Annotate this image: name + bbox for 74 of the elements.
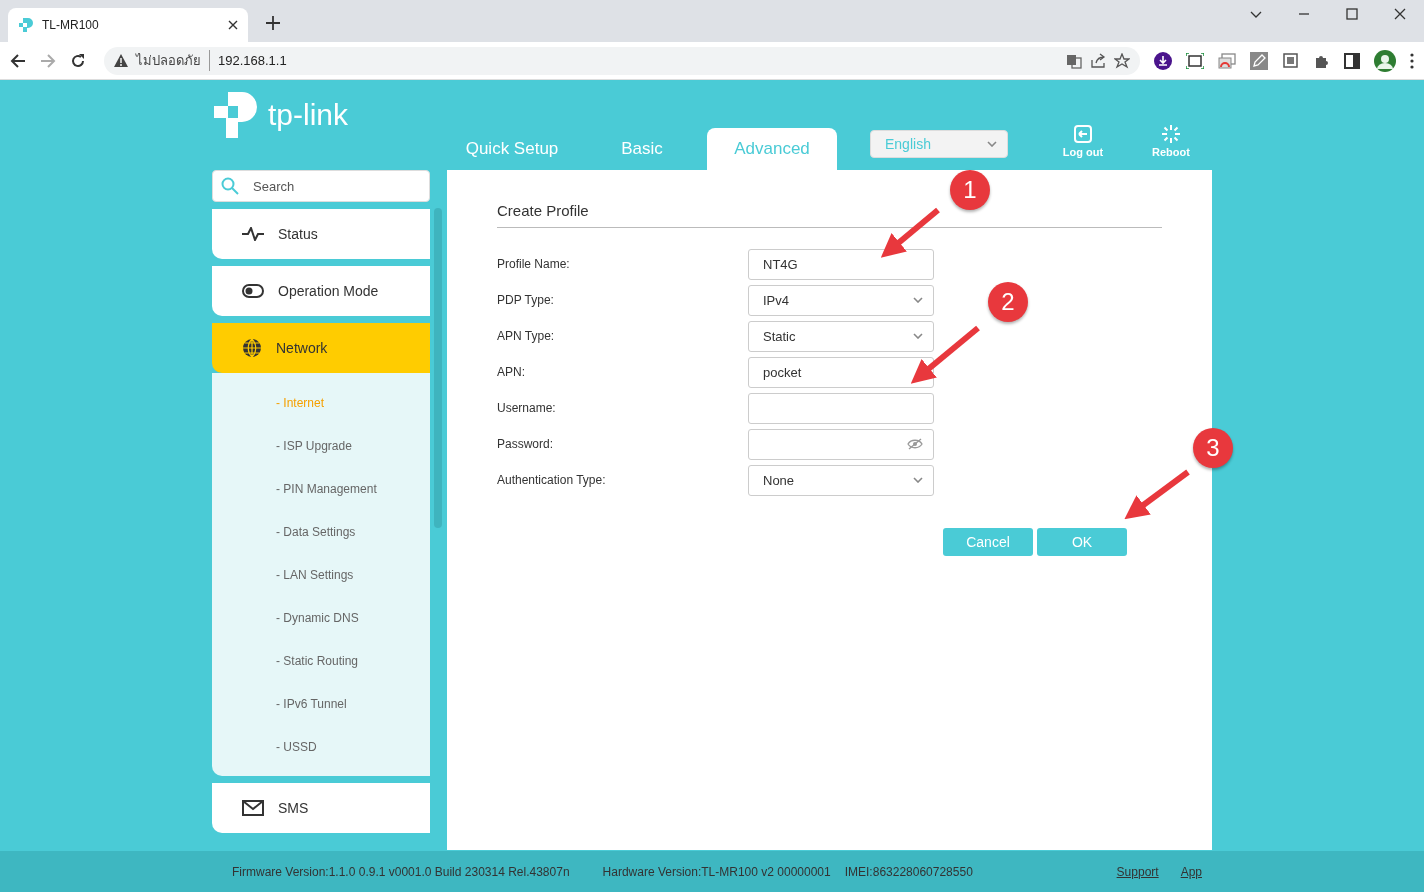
annotation-arrow: [910, 325, 980, 384]
eye-slash-icon[interactable]: [907, 438, 923, 450]
chevron-down-icon: [913, 297, 923, 303]
annotation-arrow: [880, 207, 940, 258]
dropdown[interactable]: None: [748, 464, 934, 496]
envelope-icon: [242, 800, 264, 816]
firmware-version: Firmware Version:1.1.0 0.9.1 v0001.0 Build 230314 Rel.43807n: [232, 864, 570, 879]
toggle-icon: [242, 284, 264, 298]
text-field[interactable]: [748, 392, 934, 424]
logo-text: tp-link: [268, 98, 349, 132]
text-field[interactable]: NT4G: [748, 248, 934, 280]
submenu-item[interactable]: - Dynamic DNS: [212, 596, 430, 639]
tp-link-logo-icon: [18, 17, 34, 33]
submenu-item[interactable]: - PIN Management: [212, 467, 430, 510]
scrollbar[interactable]: [434, 208, 442, 528]
chevron-down-icon: [987, 141, 997, 147]
submenu-item[interactable]: - USSD: [212, 725, 430, 768]
globe-icon: [242, 338, 262, 358]
annotation-arrow: [1124, 469, 1190, 520]
pulse-icon: [242, 227, 264, 241]
field-label: APN Type:: [497, 329, 556, 343]
field-label: Username:: [497, 401, 557, 415]
more-icon[interactable]: [1410, 52, 1414, 69]
footer-link[interactable]: Support: [1116, 864, 1159, 879]
password-field[interactable]: [748, 428, 934, 460]
field-label: PDP Type:: [497, 293, 555, 307]
step-number: 3: [1193, 428, 1233, 468]
imei-text: IMEI:863228060728550: [844, 864, 973, 879]
download-icon[interactable]: [1154, 51, 1172, 70]
text-field[interactable]: pocket: [748, 356, 934, 388]
side-panel-icon[interactable]: [1344, 52, 1360, 69]
field-label: APN:: [497, 365, 526, 379]
back-icon[interactable]: [10, 52, 26, 69]
field-label: Authentication Type:: [497, 473, 607, 487]
tab-title: TL-MR100: [42, 18, 100, 32]
dropdown[interactable]: Static: [748, 320, 934, 352]
reload-icon[interactable]: [70, 52, 86, 69]
close-icon[interactable]: [1394, 8, 1406, 20]
avatar-icon[interactable]: [1374, 49, 1396, 72]
menu-item[interactable]: Status: [212, 209, 430, 259]
crop-icon[interactable]: [1282, 51, 1300, 70]
menu-item[interactable]: Operation Mode: [212, 266, 430, 316]
search-icon: [221, 177, 239, 195]
maximize-icon[interactable]: [1346, 8, 1358, 20]
hardware-version: Hardware Version:TL-MR100 v2 00000001: [602, 864, 831, 879]
menu-item[interactable]: Network: [212, 323, 430, 373]
chevron-down-icon: [913, 333, 923, 339]
url-text: 192.168.1.1: [218, 53, 288, 68]
chevron-down-icon: [913, 477, 923, 483]
edit-icon[interactable]: [1250, 51, 1268, 70]
share-icon[interactable]: [1090, 52, 1106, 69]
submenu-item[interactable]: - ISP Upgrade: [212, 424, 430, 467]
translate-icon[interactable]: [1066, 52, 1082, 69]
submenu-item[interactable]: - Data Settings: [212, 510, 430, 553]
search-field[interactable]: Search: [212, 170, 430, 202]
close-icon[interactable]: [228, 20, 238, 30]
screen-capture-icon[interactable]: [1186, 52, 1204, 69]
star-icon[interactable]: [1114, 52, 1130, 69]
logout-icon: [1073, 124, 1093, 144]
submenu-item[interactable]: - Static Routing: [212, 639, 430, 682]
warning-icon: [114, 54, 128, 67]
field-label: Password:: [497, 437, 555, 451]
browser-tab[interactable]: TL-MR100: [8, 8, 248, 42]
submenu-item[interactable]: - LAN Settings: [212, 553, 430, 596]
field-label: Profile Name:: [497, 257, 571, 271]
address-bar[interactable]: ไม่ปลอดภัย 192.168.1.1: [104, 46, 1140, 75]
submenu-item[interactable]: - IPv6 Tunnel: [212, 682, 430, 725]
spinner-icon: [1161, 124, 1181, 144]
footer-link[interactable]: App: [1180, 864, 1202, 879]
plus-icon[interactable]: [266, 16, 280, 30]
security-label: ไม่ปลอดภัย: [136, 50, 210, 71]
menu-item[interactable]: SMS: [212, 783, 430, 833]
cast-icon[interactable]: [1218, 52, 1236, 69]
dropdown[interactable]: IPv4: [748, 284, 934, 316]
